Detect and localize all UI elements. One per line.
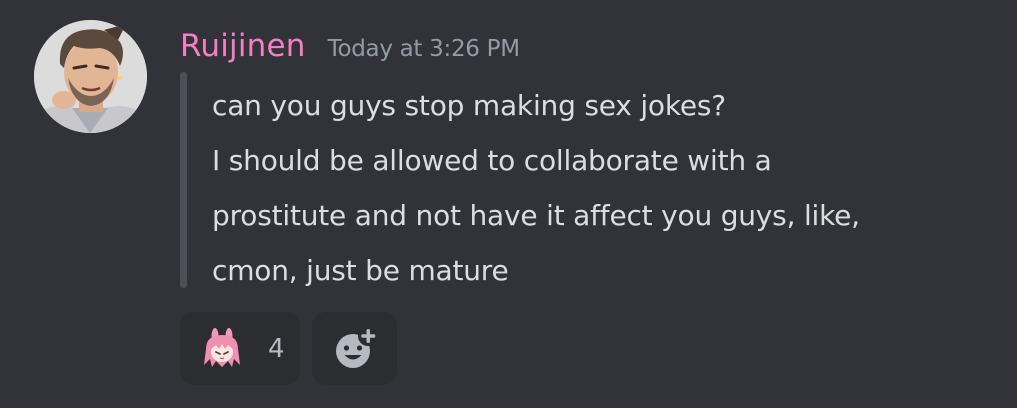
quote-line: prostitute and not have it affect you gu… <box>212 199 860 232</box>
avatar-image <box>34 20 147 133</box>
block-quote: can you guys stop making sex jokes? I sh… <box>180 72 1000 288</box>
author-name[interactable]: Ruijinen <box>180 28 306 64</box>
chat-message: Ruijinen Today at 3:26 PM can you guys s… <box>0 0 1017 408</box>
reaction-button[interactable]: 4 <box>180 312 300 385</box>
message-timestamp[interactable]: Today at 3:26 PM <box>328 36 520 62</box>
quote-bar <box>180 72 187 288</box>
message-content: can you guys stop making sex jokes? I sh… <box>212 78 1012 298</box>
reactions-bar: 4 <box>180 312 397 385</box>
reaction-count: 4 <box>268 333 285 364</box>
quote-line: can you guys stop making sex jokes? <box>212 89 726 122</box>
add-reaction-button[interactable] <box>312 312 397 385</box>
quote-line: cmon, just be mature <box>212 254 509 287</box>
user-avatar[interactable] <box>34 20 147 133</box>
message-header: Ruijinen Today at 3:26 PM <box>180 28 520 72</box>
quote-line: I should be allowed to collaborate with … <box>212 144 772 177</box>
pink-haired-character-emoji <box>204 327 240 367</box>
add-reaction-icon <box>335 325 378 368</box>
